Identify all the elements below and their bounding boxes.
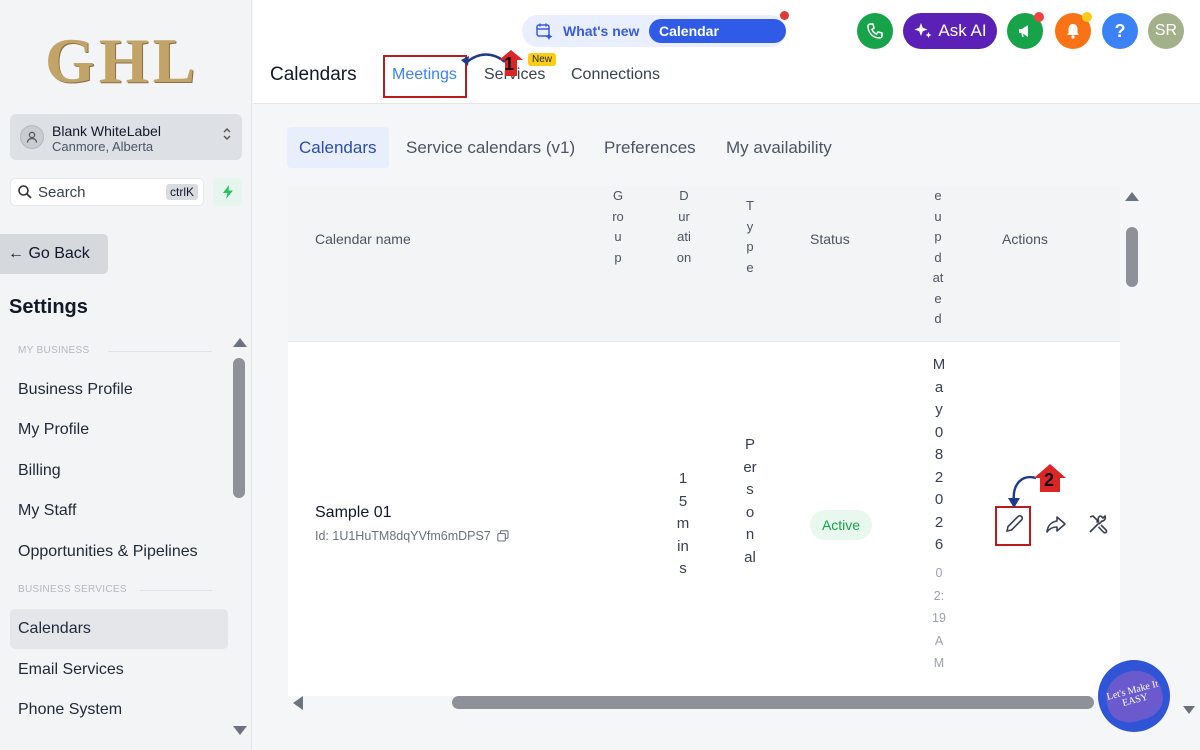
table-scroll-up-arrow[interactable] [1125,192,1139,201]
section-label-business-services: BUSINESS SERVICES [18,584,127,595]
calendar-duration: 15mins [676,470,690,577]
status-badge: Active [810,510,872,540]
sidebar-scrollbar-thumb[interactable] [233,358,245,498]
page-title: Calendars [270,64,357,85]
table-scroll-left-arrow[interactable] [293,696,303,710]
section-label-my-business: MY BUSINESS [18,345,90,356]
ask-ai-button[interactable]: Ask AI [903,13,997,49]
search-label: Search [38,184,86,201]
settings-tools-button[interactable] [1086,512,1110,536]
sparkle-icon [914,23,932,38]
search-icon [17,184,33,205]
sidebar-item-email-services[interactable]: Email Services [18,661,124,679]
subtab-calendars[interactable]: Calendars [287,127,389,168]
calendar-name[interactable]: Sample 01 [315,504,392,522]
notifications-button[interactable] [1055,12,1092,49]
subtab-preferences[interactable]: Preferences [592,127,708,168]
user-avatar[interactable]: SR [1148,13,1184,49]
subtab-service-calendars[interactable]: Service calendars (v1) [394,127,587,168]
sidebar-item-billing[interactable]: Billing [18,462,61,480]
calendars-table: Calendar name Group Duration Type Status… [288,186,1120,696]
sidebar-item-phone-system[interactable]: Phone System [18,701,122,719]
table-header: Calendar name Group Duration Type Status… [288,186,1120,342]
annotation-step-1-arrow [461,50,523,76]
search-shortcut: ctrlK [166,184,198,200]
column-header-calendar-name[interactable]: Calendar name [315,231,411,247]
account-location: Canmore, Alberta [52,139,154,154]
whats-new-banner[interactable]: What's new Calendar Updates [522,11,789,63]
ask-ai-label: Ask AI [938,21,987,40]
tab-connections[interactable]: Connections [571,66,660,84]
sidebar-scroll-up-arrow[interactable] [233,338,247,347]
section-divider [140,590,212,591]
sidebar-item-my-profile[interactable]: My Profile [18,421,89,439]
go-back-button[interactable]: ← Go Back [0,234,108,274]
account-switcher[interactable]: Blank WhiteLabel Canmore, Alberta [10,114,242,160]
location-avatar-icon [20,125,44,149]
sidebar-scroll-down-arrow[interactable] [233,726,247,735]
announcements-dot [1034,12,1044,22]
bell-icon [1067,24,1079,39]
lets-make-it-easy-widget[interactable]: Let's Make It EASY [1098,660,1170,732]
calendar-id-text: Id: 1U1HuTM8dqYVfm6mDPS7 [315,529,491,543]
sidebar-item-my-staff[interactable]: My Staff [18,502,76,520]
calendar-sparkle-icon [535,22,553,45]
calendar-updated-date: May082026 [932,356,946,553]
announcements-button[interactable] [1007,12,1044,49]
sidebar-item-opportunities[interactable]: Opportunities & Pipelines [18,543,198,561]
annotation-step-1-label: 1 [504,54,515,74]
column-header-status[interactable]: Status [810,231,850,247]
table-horizontal-scrollbar-thumb[interactable] [452,696,1094,709]
settings-title: Settings [9,296,88,318]
heart-logo: Let's Make It EASY [1100,664,1168,728]
sidebar-search[interactable]: Search ctrlK [10,178,204,206]
sidebar-item-calendars[interactable]: Calendars [18,620,91,638]
annotation-step-2-arrow [1008,464,1066,508]
calendar-updates-pill[interactable]: Calendar Updates [649,19,786,63]
subtab-my-availability[interactable]: My availability [714,127,844,168]
tools-icon [1089,514,1108,534]
calendar-updated-time: 02:19AM [932,566,946,670]
column-header-type[interactable]: Type [744,196,756,278]
phone-button[interactable] [857,13,893,49]
lightning-icon [222,185,233,199]
quick-actions-button[interactable] [213,178,242,206]
column-header-group[interactable]: Group [612,186,624,268]
help-button[interactable]: ? [1102,13,1138,49]
column-header-duration[interactable]: Duration [676,186,692,268]
phone-icon [867,23,883,39]
column-header-updated[interactable]: eupdated [932,186,944,330]
whats-new-label: What's new [563,23,640,39]
chevron-up-down-icon [222,125,232,146]
sidebar-item-business-profile[interactable]: Business Profile [18,381,133,399]
sidebar: GHL Blank WhiteLabel Canmore, Alberta Se… [0,0,252,750]
section-divider [108,351,212,352]
brand-logo[interactable]: GHL [45,24,199,98]
calendar-type: Personal [743,436,757,566]
annotation-step-2-label: 2 [1044,470,1055,490]
page-scroll-down-arrow[interactable] [1183,706,1195,714]
calendar-id: Id: 1U1HuTM8dqYVfm6mDPS7 [315,529,509,543]
notifications-dot [1082,12,1092,22]
notification-dot [780,11,789,20]
account-name: Blank WhiteLabel [52,123,161,139]
column-header-actions: Actions [1002,231,1048,247]
copy-icon[interactable] [497,530,509,542]
table-vertical-scrollbar-thumb[interactable] [1126,227,1138,287]
megaphone-icon [1019,25,1028,38]
